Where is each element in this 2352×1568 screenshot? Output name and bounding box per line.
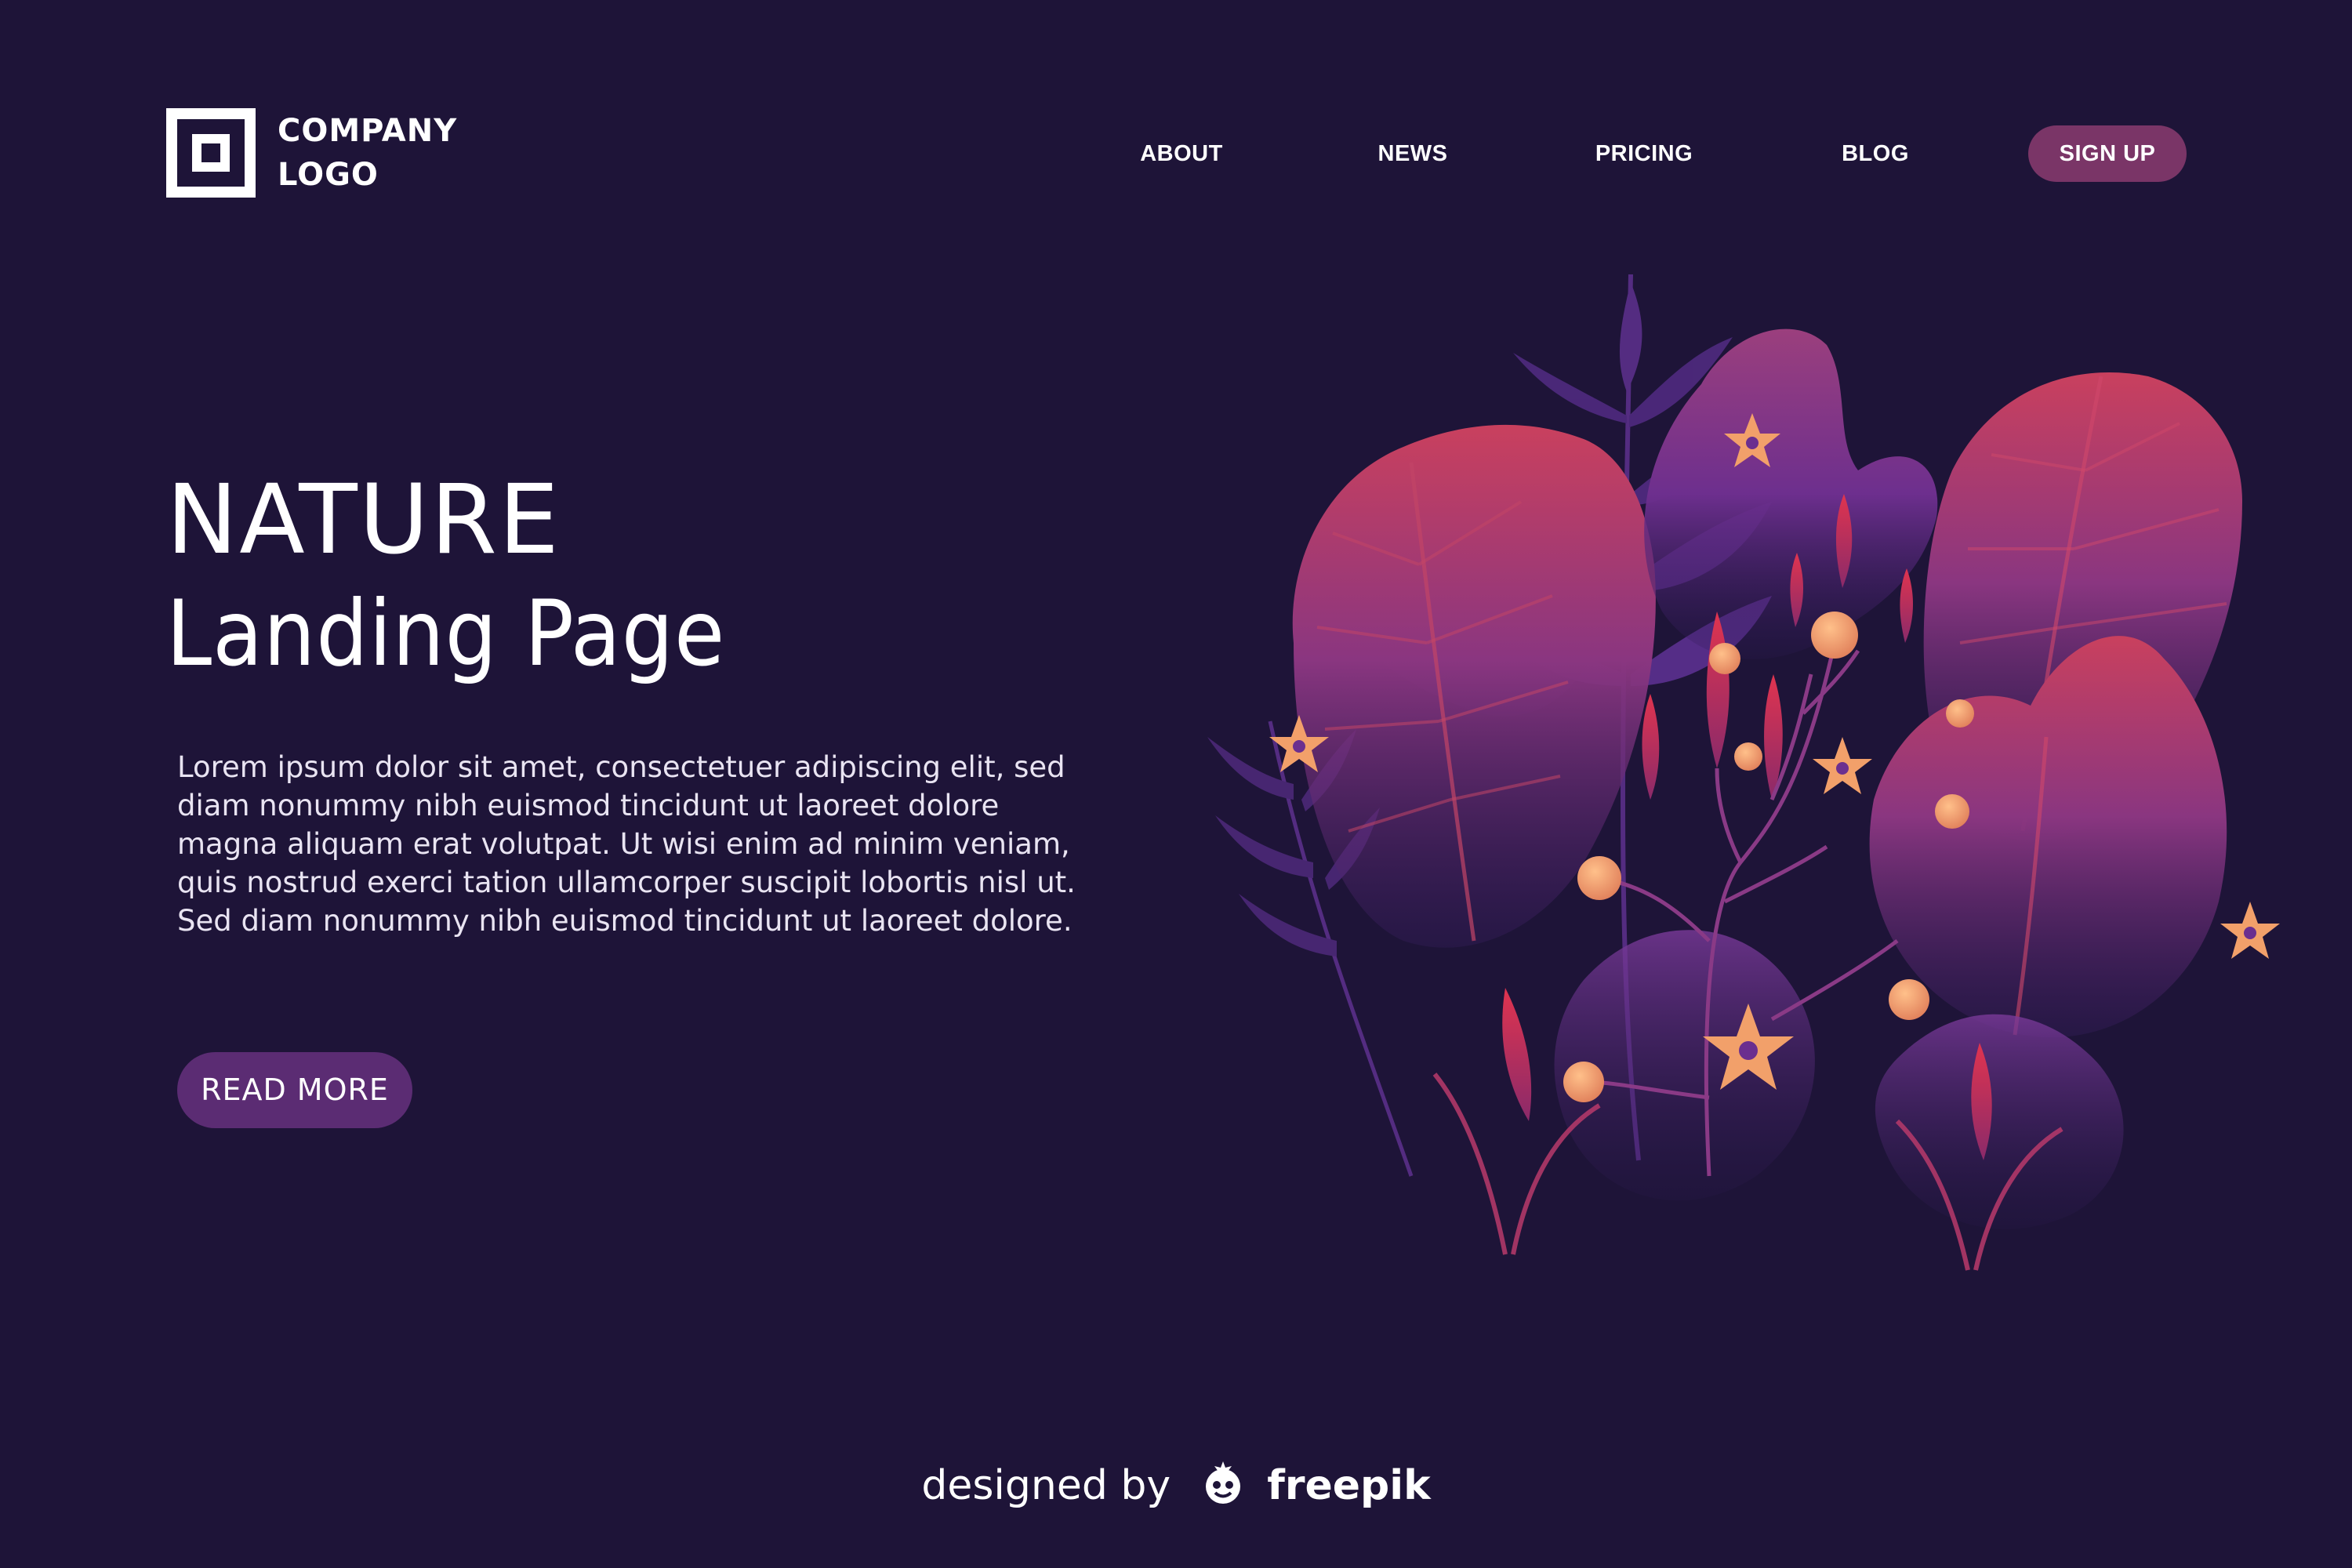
nav-item-blog[interactable]: BLOG	[1842, 125, 1909, 182]
nav-item-pricing[interactable]: PRICING	[1595, 125, 1693, 182]
floral-illustration	[1207, 274, 2280, 1271]
hero-title: NATURE	[166, 464, 561, 575]
nav-item-about[interactable]: ABOUT	[1140, 125, 1223, 182]
landing-page: COMPANY LOGO ABOUT NEWS PRICING BLOG SIG…	[0, 0, 2352, 1568]
sign-up-button[interactable]: SIGN UP	[2028, 125, 2187, 182]
hero-subtitle: Landing Page	[166, 581, 726, 687]
credit-prefix: designed by	[921, 1462, 1171, 1509]
nav-item-news[interactable]: NEWS	[1378, 125, 1448, 182]
read-more-button[interactable]: READ MORE	[177, 1052, 412, 1128]
hero-body-text: Lorem ipsum dolor sit amet, consectetuer…	[177, 750, 1076, 938]
credit-brand: freepik	[1267, 1462, 1431, 1509]
main-nav: ABOUT NEWS PRICING BLOG	[0, 125, 2352, 182]
freepik-logo-icon	[1205, 1461, 1240, 1504]
designer-credit[interactable]: designed by freepik	[0, 1454, 2352, 1517]
